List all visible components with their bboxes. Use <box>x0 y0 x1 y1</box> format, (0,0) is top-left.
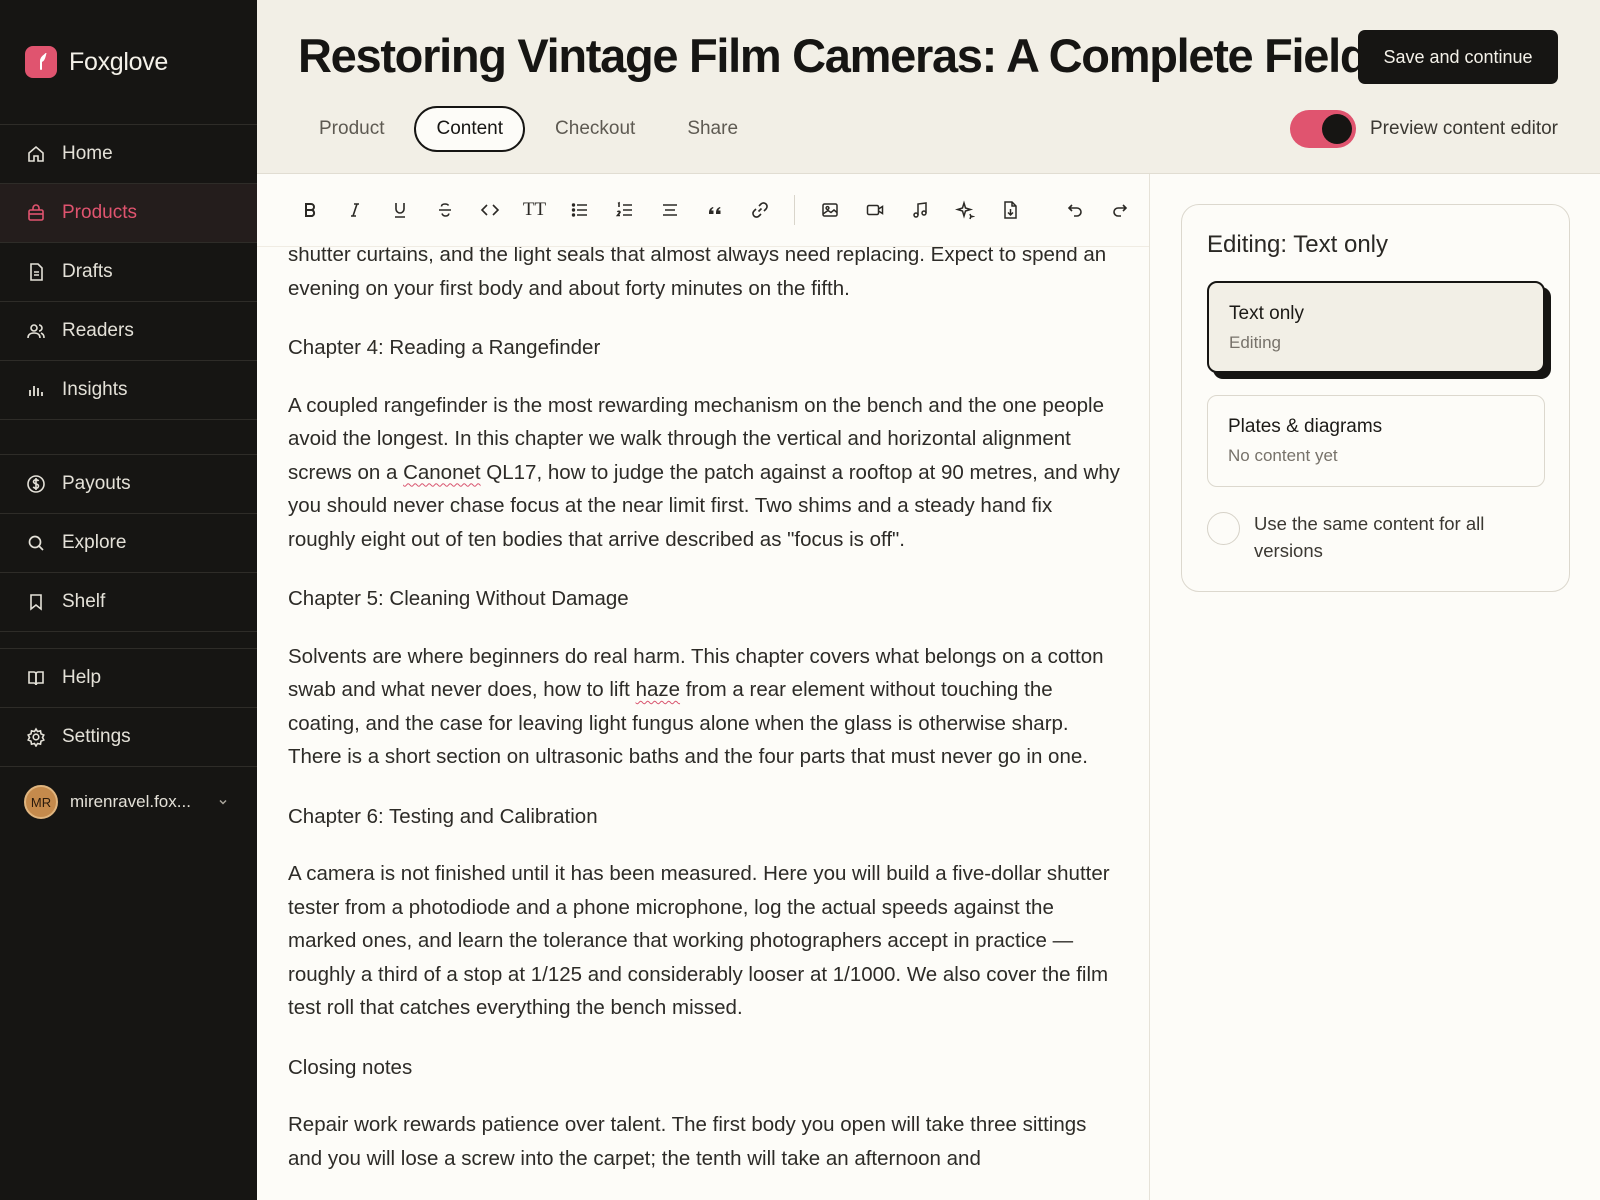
sidebar-item-label: Shelf <box>62 591 106 612</box>
paragraph: Repair work rewards patience over talent… <box>288 1113 1087 1170</box>
same-content-radio[interactable] <box>1207 512 1240 545</box>
tab-bar: Product Content Checkout Share <box>297 106 760 152</box>
version-option-plates-diagrams[interactable]: Plates & diagrams No content yet <box>1207 395 1545 487</box>
page-header: Restoring Vintage Film Cameras: A Comple… <box>257 0 1600 174</box>
image-icon[interactable] <box>807 190 852 230</box>
nav-divider <box>0 632 257 649</box>
content-editor[interactable]: TT shutter curtains, and the light seals… <box>257 174 1150 1200</box>
editor-toolbar: TT <box>257 174 1149 247</box>
sidebar-item-label: Drafts <box>62 261 113 282</box>
bold-icon[interactable] <box>287 190 332 230</box>
document-body[interactable]: shutter curtains, and the light seals th… <box>288 238 1123 1200</box>
sparkle-icon[interactable] <box>942 190 987 230</box>
same-content-label: Use the same content for all versions <box>1254 513 1485 561</box>
save-and-continue-button[interactable]: Save and continue <box>1358 30 1558 84</box>
option-subtitle: No content yet <box>1228 446 1338 465</box>
sidebar: Foxglove Home Products Drafts Readers In… <box>0 0 257 1200</box>
sidebar-item-products[interactable]: Products <box>0 184 257 243</box>
shopping-bag-icon <box>26 203 46 223</box>
spelling-flag[interactable]: Canonet <box>403 461 481 484</box>
bar-chart-icon <box>26 380 46 400</box>
tab-checkout[interactable]: Checkout <box>533 106 657 152</box>
link-icon[interactable] <box>737 190 782 230</box>
paragraph: shutter curtains, and the light seals th… <box>288 243 1107 300</box>
bookmark-icon <box>26 592 46 612</box>
code-icon[interactable] <box>467 190 512 230</box>
sidebar-item-label: Readers <box>62 320 134 341</box>
same-content-option[interactable]: Use the same content for all versions <box>1207 510 1514 564</box>
file-icon[interactable] <box>987 190 1032 230</box>
redo-icon[interactable] <box>1097 190 1142 230</box>
chevron-down-icon <box>217 796 229 808</box>
option-subtitle: Editing <box>1229 333 1281 352</box>
sidebar-item-shelf[interactable]: Shelf <box>0 573 257 632</box>
book-open-icon <box>26 668 46 688</box>
sidebar-item-drafts[interactable]: Drafts <box>0 243 257 302</box>
preview-toggle-row: Preview content editor <box>1290 110 1558 148</box>
quote-icon[interactable] <box>692 190 737 230</box>
sidebar-item-settings[interactable]: Settings <box>0 708 257 767</box>
sidebar-item-label: Help <box>62 667 102 688</box>
tab-share[interactable]: Share <box>665 106 760 152</box>
document-icon <box>26 262 46 282</box>
video-icon[interactable] <box>852 190 897 230</box>
sidebar-item-label: Products <box>62 202 137 223</box>
strikethrough-icon[interactable] <box>422 190 467 230</box>
user-name: mirenravel.fox... <box>70 792 191 811</box>
paragraph: A camera is not finished until it has be… <box>288 862 1110 1019</box>
user-menu[interactable]: MR mirenravel.fox... <box>0 767 257 837</box>
search-icon <box>26 533 46 553</box>
page-title: Restoring Vintage Film Cameras: A Comple… <box>298 29 1404 82</box>
sidebar-item-label: Payouts <box>62 473 131 494</box>
option-title: Text only <box>1229 303 1304 324</box>
sidebar-item-label: Settings <box>62 726 131 747</box>
chapter-heading: Closing notes <box>288 1055 413 1079</box>
sidebar-item-label: Explore <box>62 532 127 553</box>
text-size-icon[interactable]: TT <box>512 190 557 230</box>
sidebar-item-label: Home <box>62 143 113 164</box>
sidebar-item-label: Insights <box>62 379 128 400</box>
align-icon[interactable] <box>647 190 692 230</box>
paragraph: Solvents are where beginners do real har… <box>288 640 1123 774</box>
preview-toggle-label: Preview content editor <box>1370 118 1558 139</box>
sidebar-item-explore[interactable]: Explore <box>0 514 257 573</box>
chapter-heading: Chapter 5: Cleaning Without Damage <box>288 587 629 610</box>
nav-divider <box>0 420 257 455</box>
option-title: Plates & diagrams <box>1228 416 1383 437</box>
avatar: MR <box>24 785 58 819</box>
gear-icon <box>26 727 46 747</box>
users-icon <box>26 321 46 341</box>
underline-icon[interactable] <box>377 190 422 230</box>
italic-icon[interactable] <box>332 190 377 230</box>
foxglove-logo-icon <box>25 46 57 78</box>
spelling-flag[interactable]: haze <box>636 678 680 701</box>
toolbar-divider <box>794 195 795 225</box>
dollar-circle-icon <box>26 474 46 494</box>
version-option-text-only[interactable]: Text only Editing <box>1207 281 1545 373</box>
undo-icon[interactable] <box>1052 190 1097 230</box>
paragraph: A coupled rangefinder is the most reward… <box>288 389 1123 557</box>
preview-content-editor-toggle[interactable] <box>1290 110 1356 148</box>
version-panel: Editing: Text only Text only Editing Pla… <box>1181 204 1570 592</box>
sidebar-item-payouts[interactable]: Payouts <box>0 455 257 514</box>
sidebar-item-home[interactable]: Home <box>0 125 257 184</box>
chapter-heading: Chapter 4: Reading a Rangefinder <box>288 336 601 359</box>
bullet-list-icon[interactable] <box>557 190 602 230</box>
sidebar-item-insights[interactable]: Insights <box>0 361 257 420</box>
brand[interactable]: Foxglove <box>0 0 257 125</box>
tab-product[interactable]: Product <box>297 106 406 152</box>
numbered-list-icon[interactable] <box>602 190 647 230</box>
sidebar-item-help[interactable]: Help <box>0 649 257 708</box>
panel-title: Editing: Text only <box>1207 231 1388 258</box>
tab-content[interactable]: Content <box>414 106 526 152</box>
sidebar-item-readers[interactable]: Readers <box>0 302 257 361</box>
chapter-heading: Chapter 6: Testing and Calibration <box>288 804 598 828</box>
brand-name: Foxglove <box>69 47 169 76</box>
music-icon[interactable] <box>897 190 942 230</box>
home-icon <box>26 144 46 164</box>
toggle-knob <box>1322 114 1352 144</box>
